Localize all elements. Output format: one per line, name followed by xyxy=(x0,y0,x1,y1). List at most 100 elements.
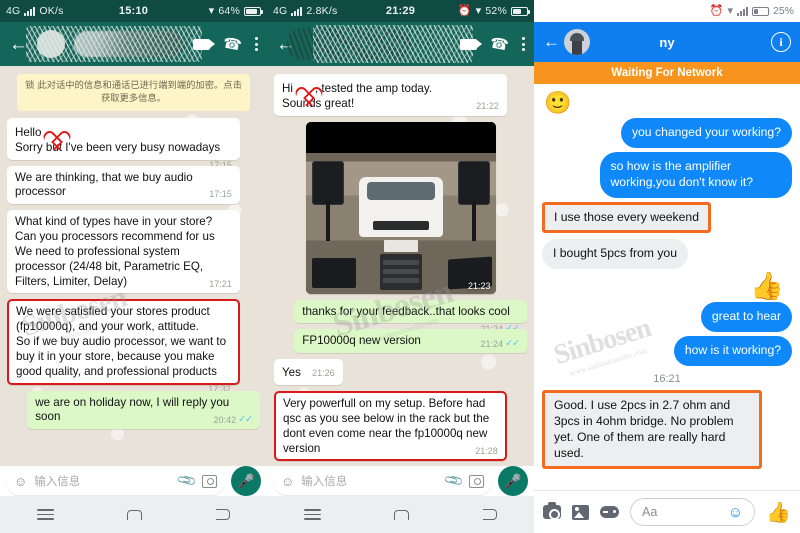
message-meta: 21:22 xyxy=(476,101,499,111)
message-bubble[interactable]: great to hear xyxy=(700,302,792,333)
games-controller-icon[interactable] xyxy=(600,506,619,518)
timestamp: 21:28 xyxy=(475,445,498,456)
message-bubble-highlighted[interactable]: I use those every weekend xyxy=(542,201,711,234)
message-bubble-highlighted[interactable]: We were satisfied your stores product (f… xyxy=(7,299,240,393)
message-bubble-highlighted[interactable]: Very powerfull on my setup. Before had q… xyxy=(274,391,507,462)
whatsapp-chat-panel-1: 4G OK/s 15:10 ▾ 64% ← ☎ 锁 此对话中的信息和通话已进行端… xyxy=(0,0,267,533)
photo-message[interactable]: 21:23 ➤ xyxy=(305,121,496,294)
message-list[interactable]: 🙂 you changed your working? so how is th… xyxy=(534,84,800,490)
message-row: great to hear xyxy=(542,302,792,333)
heart-emoji-icon xyxy=(294,79,314,96)
message-bubble[interactable]: We are thinking, that we buy audio proce… xyxy=(7,165,240,205)
message-input[interactable]: Aa ☺ xyxy=(630,498,756,526)
thumbs-up-sticker[interactable]: 👍 xyxy=(542,273,784,300)
emoji-message[interactable]: 🙂 xyxy=(544,92,792,114)
android-recents-icon[interactable] xyxy=(36,508,54,521)
message-bubble[interactable]: thanks for your feedback..that looks coo… xyxy=(294,299,527,333)
avatar[interactable] xyxy=(564,29,590,55)
microphone-icon[interactable]: 🎤 xyxy=(231,466,261,496)
message-bubble-highlighted[interactable]: Good. I use 2pcs in 2.7 ohm and 3pcs in … xyxy=(542,390,762,470)
message-bubble[interactable]: What kind of types have in your store? C… xyxy=(7,210,240,294)
android-navbar xyxy=(267,496,534,533)
status-right: ▾ 64% xyxy=(209,5,263,17)
message-meta: 21:24 ✓✓ xyxy=(480,338,520,350)
message-bubble[interactable]: how is it working? xyxy=(673,336,792,367)
voice-call-icon[interactable]: ☎ xyxy=(489,34,511,54)
message-compose-bar: Aa ☺ 👍 xyxy=(534,490,800,533)
subwoofer-left xyxy=(311,257,356,288)
status-right: ⏰ ▾ 52% xyxy=(458,4,530,17)
emoji-smiley-icon[interactable]: ☺ xyxy=(728,504,743,521)
message-text: FP10000q new version xyxy=(302,334,421,348)
messenger-chat-panel: ⏰ ▾ 25% ← ny i Waiting For Network 🙂 you… xyxy=(534,0,800,533)
emoji-icon[interactable]: ☺ xyxy=(281,474,294,489)
message-bubble[interactable]: Hello Sorry but I've been very busy nowa… xyxy=(7,117,240,169)
message-bubble[interactable]: Yes 21:26 xyxy=(274,359,343,386)
voice-call-icon[interactable]: ☎ xyxy=(222,34,244,54)
message-list[interactable]: Hi, tested the amp today. Sounds great! … xyxy=(267,66,534,466)
timestamp: 21:26 xyxy=(312,368,335,379)
message-row: how is it working? xyxy=(542,336,792,367)
android-back-icon[interactable] xyxy=(483,509,498,520)
speaker-left xyxy=(311,161,344,206)
camera-icon[interactable] xyxy=(543,502,561,520)
wifi-icon: ▾ xyxy=(475,4,482,17)
alarm-clock-icon: ⏰ xyxy=(709,4,724,17)
message-row: I use those every weekend xyxy=(542,201,792,234)
attachment-clip-icon[interactable]: 📎 xyxy=(176,470,198,492)
chat-header: ← ny i xyxy=(534,22,800,62)
message-bubble[interactable]: I bought 5pcs from you xyxy=(542,239,688,270)
message-compose-bar: ☺ 输入信息 📎 🎤 xyxy=(267,466,534,496)
read-receipt-icon: ✓✓ xyxy=(505,338,520,350)
android-back-icon[interactable] xyxy=(216,509,231,520)
message-meta: 17:21 xyxy=(209,279,232,289)
message-bubble[interactable]: so how is the amplifier working,you don'… xyxy=(599,151,792,198)
overflow-menu-icon[interactable] xyxy=(522,37,525,51)
timestamp: 21:24 xyxy=(480,338,504,349)
message-meta: 21:28 xyxy=(475,445,498,456)
message-compose-bar: ☺ 输入信息 📎 🎤 xyxy=(0,466,267,496)
speaker-stand-left xyxy=(325,200,330,241)
message-bubble[interactable]: we are on holiday now, I will reply you … xyxy=(27,390,260,430)
speaker-stand-right xyxy=(471,200,476,241)
microphone-icon[interactable]: 🎤 xyxy=(498,466,528,496)
message-bubble[interactable]: you changed your working? xyxy=(620,118,792,148)
camera-icon[interactable] xyxy=(469,474,484,488)
message-input-placeholder: 输入信息 xyxy=(34,474,81,488)
video-call-icon[interactable] xyxy=(193,38,216,50)
contact-name-redacted[interactable] xyxy=(74,31,185,57)
info-circle-icon[interactable]: i xyxy=(771,32,791,52)
encryption-notice[interactable]: 锁 此对话中的信息和通话已进行端到端的加密。点击获取更多信息。 xyxy=(17,74,250,111)
message-row: so how is the amplifier working,you don'… xyxy=(542,151,792,198)
battery-percent-label: 64% xyxy=(218,5,240,17)
android-navbar xyxy=(0,496,267,533)
back-arrow-icon[interactable]: ← xyxy=(9,35,28,54)
attachment-clip-icon[interactable]: 📎 xyxy=(443,470,465,492)
message-bubble[interactable]: FP10000q new version 21:24 ✓✓ xyxy=(294,329,527,354)
avatar[interactable] xyxy=(37,30,65,58)
message-input[interactable]: ☺ 输入信息 📎 xyxy=(6,467,225,495)
android-home-icon[interactable] xyxy=(127,509,143,520)
gallery-icon[interactable] xyxy=(572,504,589,520)
message-text: Yes xyxy=(282,366,301,380)
photo-content: 21:23 xyxy=(305,121,496,294)
android-recents-icon[interactable] xyxy=(303,508,321,521)
message-text: Hi xyxy=(282,82,293,95)
emoji-icon[interactable]: ☺ xyxy=(14,474,27,489)
timestamp: 21:23 xyxy=(467,280,491,291)
message-input[interactable]: ☺ 输入信息 📎 xyxy=(273,467,492,495)
message-bubble[interactable]: Hi, tested the amp today. Sounds great! … xyxy=(274,74,507,116)
overflow-menu-icon[interactable] xyxy=(255,37,258,51)
timestamp: 20:42 xyxy=(213,414,237,425)
back-arrow-icon[interactable]: ← xyxy=(543,32,560,52)
thumbs-up-icon[interactable]: 👍 xyxy=(766,500,791,525)
message-text: We are thinking, that we buy audio proce… xyxy=(15,170,193,199)
message-list[interactable]: 锁 此对话中的信息和通话已进行端到端的加密。点击获取更多信息。 Hello So… xyxy=(0,66,267,466)
camera-icon[interactable] xyxy=(202,474,217,488)
android-home-icon[interactable] xyxy=(394,509,410,520)
battery-percent-label: 52% xyxy=(485,5,507,17)
contact-name-redacted[interactable] xyxy=(287,28,411,60)
video-call-icon[interactable] xyxy=(460,38,483,50)
message-input-placeholder: 输入信息 xyxy=(301,474,348,488)
signal-bars-icon xyxy=(736,6,748,16)
